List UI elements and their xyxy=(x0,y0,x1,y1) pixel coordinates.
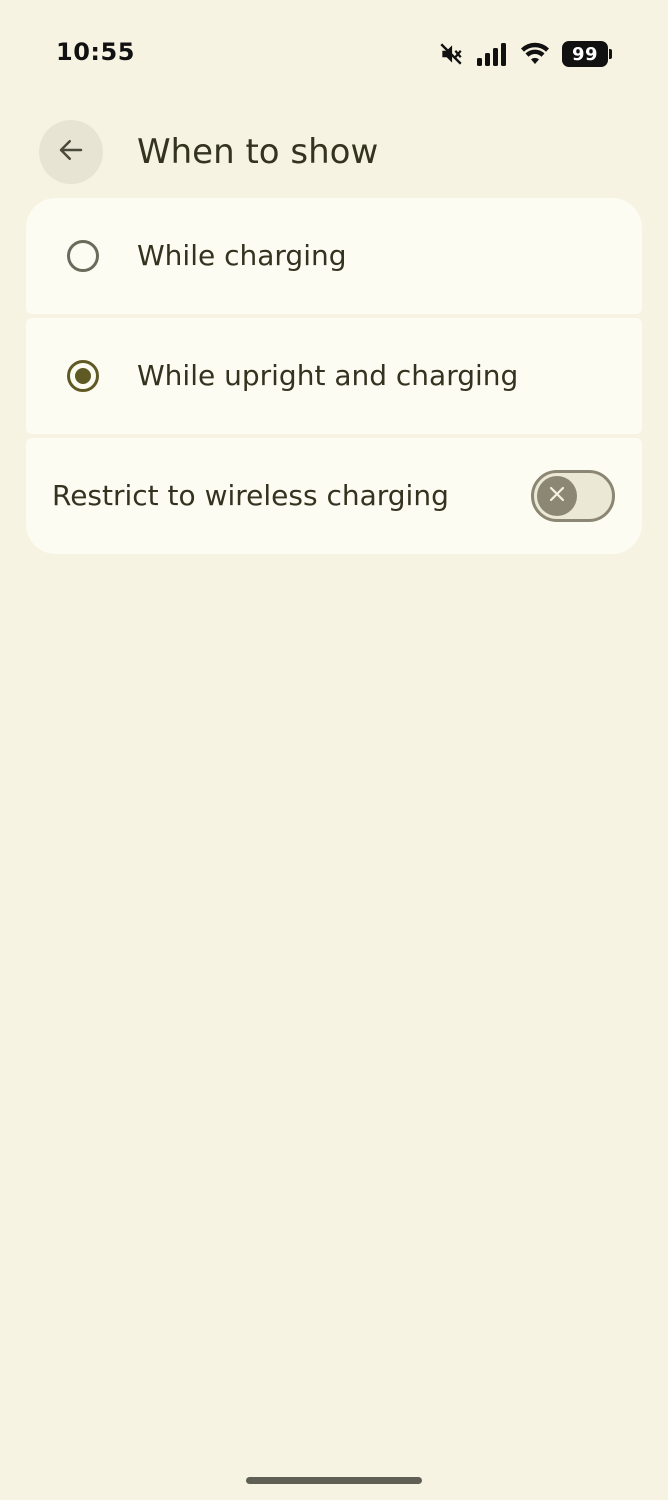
battery-icon: 99 xyxy=(562,41,612,67)
switch-thumb xyxy=(537,476,577,516)
wireless-charging-row[interactable]: Restrict to wireless charging xyxy=(26,438,642,554)
option-while-upright-and-charging[interactable]: While upright and charging xyxy=(26,318,642,434)
battery-level: 99 xyxy=(562,41,608,67)
cellular-signal-icon xyxy=(476,42,508,66)
radio-button-unchecked[interactable] xyxy=(67,240,99,272)
page-title: When to show xyxy=(137,132,379,172)
status-time: 10:55 xyxy=(56,38,135,66)
option-card-while-charging: While charging xyxy=(26,198,642,314)
option-while-charging[interactable]: While charging xyxy=(26,198,642,314)
home-indicator[interactable] xyxy=(246,1477,422,1484)
wireless-charging-card: Restrict to wireless charging xyxy=(26,438,642,554)
option-card-while-upright: While upright and charging xyxy=(26,318,642,434)
option-label: While upright and charging xyxy=(137,359,519,392)
app-bar: When to show xyxy=(0,118,668,188)
close-icon xyxy=(548,485,566,507)
wireless-charging-label: Restrict to wireless charging xyxy=(52,479,449,512)
status-icons: 99 xyxy=(438,38,612,70)
radio-button-checked[interactable] xyxy=(67,360,99,392)
muted-icon xyxy=(438,41,464,67)
wireless-charging-switch[interactable] xyxy=(531,470,615,522)
back-button[interactable] xyxy=(39,120,103,184)
option-label: While charging xyxy=(137,239,347,272)
status-bar: 10:55 99 xyxy=(0,0,668,108)
arrow-back-icon xyxy=(56,135,86,169)
wifi-icon xyxy=(520,42,550,66)
